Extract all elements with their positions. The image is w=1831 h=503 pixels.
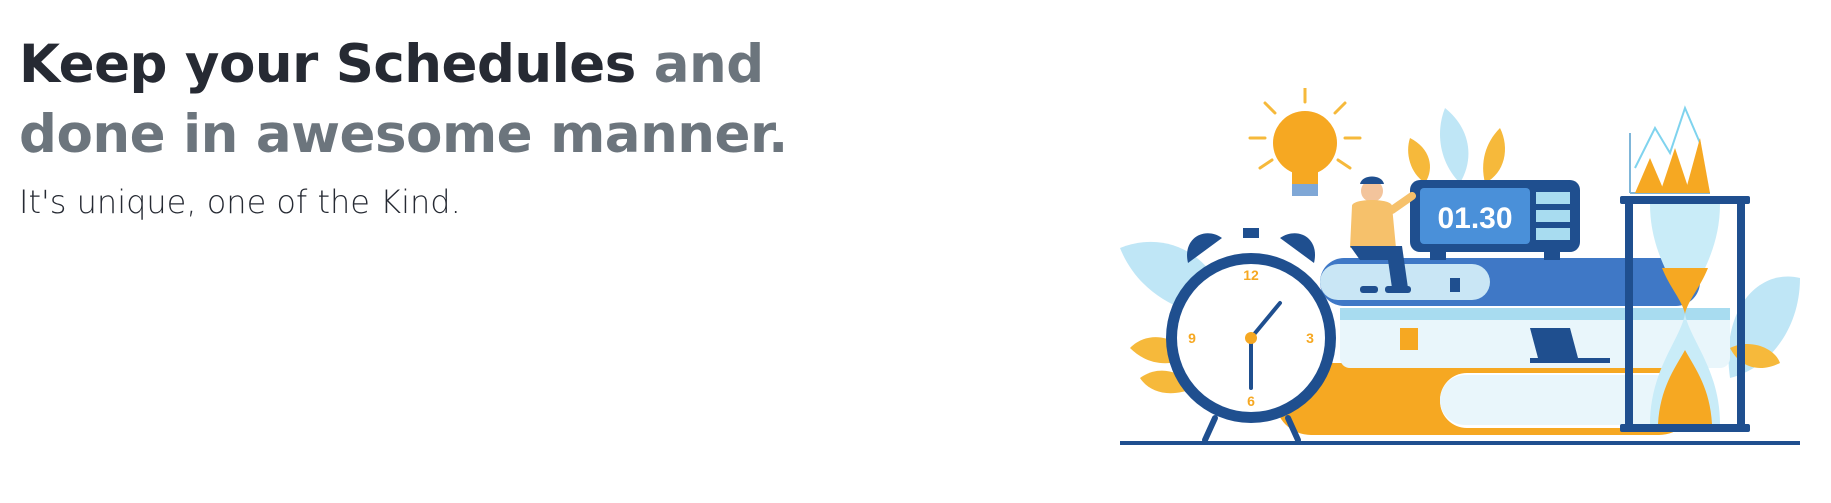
hero-headline: Keep your Schedules and done in awesome … — [19, 30, 919, 170]
digital-clock-time: 01.30 — [1437, 202, 1512, 235]
clock-label-3: 3 — [1306, 330, 1314, 346]
clock-label-6: 6 — [1247, 393, 1255, 409]
hero-tagline: It's unique, one of the Kind. — [19, 183, 461, 221]
clock-label-9: 9 — [1188, 330, 1196, 346]
light-bulb-icon — [1248, 88, 1362, 196]
chart-icon — [1629, 105, 1710, 194]
schedule-illustration-svg: 01.30 12 3 6 9 — [1120, 88, 1800, 445]
leaf-icon — [1408, 108, 1505, 183]
headline-dark-part: Keep your Schedules — [19, 34, 636, 95]
hero-section: Keep your Schedules and done in awesome … — [19, 30, 919, 222]
clock-label-12: 12 — [1243, 267, 1259, 283]
digital-clock-icon: 01.30 — [1410, 180, 1580, 260]
schedule-illustration: 01.30 12 3 6 9 — [1110, 88, 1810, 458]
